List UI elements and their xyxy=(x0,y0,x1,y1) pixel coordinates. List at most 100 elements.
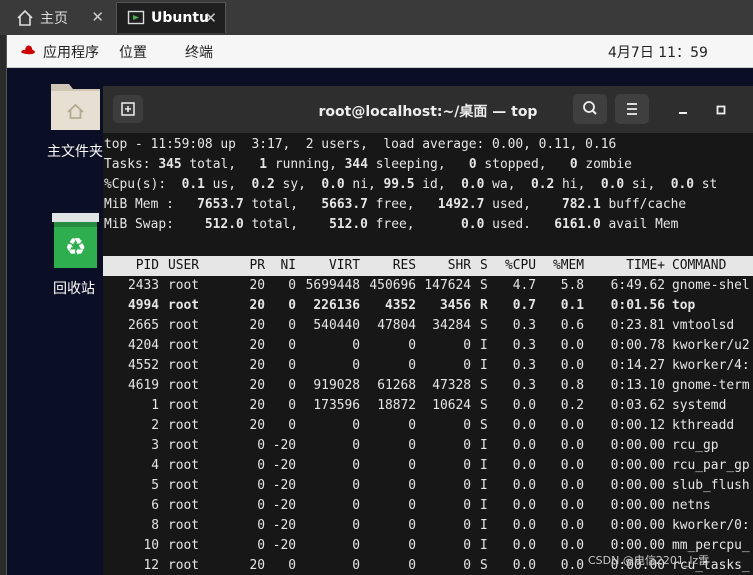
process-cell-time: 0:00.78 xyxy=(610,338,665,353)
process-cell-pid: 8 xyxy=(151,518,159,533)
process-cell-cpu: 0.0 xyxy=(512,398,536,413)
process-cell-shr: 0 xyxy=(463,478,471,493)
search-button[interactable] xyxy=(573,94,607,124)
process-cell-pid: 12 xyxy=(143,558,159,573)
process-cell-pr: 20 xyxy=(249,418,265,433)
process-cell-time: 0:14.27 xyxy=(610,358,665,373)
process-cell-user: root xyxy=(168,318,200,333)
process-cell-res: 47804 xyxy=(377,318,416,333)
process-cell-virt: 0 xyxy=(352,498,360,513)
process-cell-pid: 4 xyxy=(151,458,159,473)
cpu-line: %Cpu(s): 0.1 us, 0.2 sy, 0.0 ni, 99.5 id… xyxy=(104,177,718,192)
col-mem: %MEM xyxy=(552,258,584,273)
process-cell-ni: -20 xyxy=(272,498,296,513)
process-cell-ni: -20 xyxy=(272,438,296,453)
col-res: RES xyxy=(392,258,416,273)
close-icon[interactable]: ✕ xyxy=(204,9,217,27)
process-row: 2 root 20 0 0 0 0 S 0.0 0.0 0:00.12 kthreadd xyxy=(103,416,753,436)
process-cell-user: root xyxy=(168,458,200,473)
process-cell-mem: 0.2 xyxy=(560,398,584,413)
process-cell-cmd: kthreadd xyxy=(672,418,735,433)
process-cell-pr: 0 xyxy=(257,478,265,493)
process-cell-pr: 0 xyxy=(257,498,265,513)
process-cell-s: I xyxy=(480,438,488,453)
menu-button[interactable] xyxy=(615,94,649,124)
process-cell-pid: 2 xyxy=(151,418,159,433)
process-cell-mem: 0.0 xyxy=(560,338,584,353)
process-cell-virt: 0 xyxy=(352,358,360,373)
process-row: 4994 root 20 0 226136 4352 3456 R 0.7 0.1 0:01.56 t… xyxy=(103,296,753,316)
gnome-top-bar: 应用程序 位置 终端 4月7日 11：59 xyxy=(0,35,753,68)
terminal-app-menu[interactable]: 终端 xyxy=(185,42,213,62)
process-cell-s: S xyxy=(480,558,488,573)
process-cell-ni: 0 xyxy=(288,558,296,573)
process-cell-time: 0:00.12 xyxy=(610,418,665,433)
process-cell-pr: 20 xyxy=(249,398,265,413)
process-cell-user: root xyxy=(168,498,200,513)
process-cell-pid: 4204 xyxy=(127,338,159,353)
vm-tab-strip: 主页 ✕ Ubuntu ✕ xyxy=(0,0,753,35)
process-table-header: PID USER PR NI VIRT RES SHR S %CPU %MEM … xyxy=(103,256,753,276)
process-cell-pr: 20 xyxy=(249,378,265,393)
process-row: 4552 root 20 0 0 0 0 I 0.3 0.0 0:14.27 kworker/4: xyxy=(103,356,753,376)
process-cell-pr: 0 xyxy=(257,458,265,473)
process-cell-ni: 0 xyxy=(288,378,296,393)
terminal-output[interactable]: top - 11:59:08 up 3:17, 2 users, load av… xyxy=(103,133,753,575)
process-cell-time: 0:00.00 xyxy=(610,458,665,473)
process-cell-pr: 20 xyxy=(249,298,265,313)
applications-menu[interactable]: 应用程序 xyxy=(43,42,99,62)
process-cell-mem: 0.1 xyxy=(560,298,584,313)
process-cell-user: root xyxy=(168,518,200,533)
process-cell-cmd: top xyxy=(672,298,696,313)
process-cell-user: root xyxy=(168,358,200,373)
process-cell-res: 0 xyxy=(408,478,416,493)
tab-ubuntu-label: Ubuntu xyxy=(151,10,209,26)
process-cell-cmd: gnome-shel xyxy=(672,278,750,293)
places-menu[interactable]: 位置 xyxy=(119,42,147,62)
process-cell-s: I xyxy=(480,358,488,373)
process-cell-shr: 0 xyxy=(463,338,471,353)
process-cell-user: root xyxy=(168,538,200,553)
process-cell-cpu: 0.3 xyxy=(512,358,536,373)
process-row: 2433 root 20 0 5699448 450696 147624 S 4.7 5.8 6:4… xyxy=(103,276,753,296)
process-cell-shr: 0 xyxy=(463,358,471,373)
process-cell-s: I xyxy=(480,518,488,533)
process-cell-time: 0:13.10 xyxy=(610,378,665,393)
maximize-icon[interactable] xyxy=(706,102,736,122)
process-cell-cmd: kworker/4: xyxy=(672,358,750,373)
side-strip xyxy=(0,35,7,575)
process-cell-shr: 147624 xyxy=(424,278,471,293)
minimize-icon[interactable] xyxy=(668,102,698,122)
process-cell-time: 0:01.56 xyxy=(610,298,665,313)
process-cell-user: root xyxy=(168,418,200,433)
terminal-headerbar[interactable]: root@localhost:~/桌面 — top xyxy=(103,86,753,133)
process-cell-time: 0:23.81 xyxy=(610,318,665,333)
tab-ubuntu[interactable]: Ubuntu ✕ xyxy=(116,2,226,33)
process-cell-cpu: 0.0 xyxy=(512,438,536,453)
desktop-trash-label: 回收站 xyxy=(53,281,95,297)
process-cell-res: 0 xyxy=(408,358,416,373)
process-cell-pid: 10 xyxy=(143,538,159,553)
process-cell-pr: 0 xyxy=(257,518,265,533)
close-icon[interactable]: ✕ xyxy=(91,8,104,26)
process-cell-cmd: gnome-term xyxy=(672,378,750,393)
process-cell-mem: 0.0 xyxy=(560,498,584,513)
process-cell-cpu: 0.0 xyxy=(512,418,536,433)
process-cell-s: I xyxy=(480,458,488,473)
process-cell-mem: 0.8 xyxy=(560,378,584,393)
process-cell-ni: -20 xyxy=(272,538,296,553)
process-cell-user: root xyxy=(168,558,200,573)
process-cell-cpu: 0.0 xyxy=(512,538,536,553)
col-ni: NI xyxy=(280,258,296,273)
tab-home-label: 主页 xyxy=(40,10,68,27)
clock[interactable]: 4月7日 11：59 xyxy=(608,42,708,62)
terminal-window[interactable]: root@localhost:~/桌面 — top top - 11:59:08… xyxy=(103,86,753,575)
process-cell-virt: 5699448 xyxy=(305,278,360,293)
process-cell-s: S xyxy=(480,278,488,293)
tab-home[interactable]: 主页 ✕ xyxy=(6,2,112,33)
process-cell-s: S xyxy=(480,318,488,333)
process-row: 2665 root 20 0 540440 47804 34284 S 0.3 0.6 0:23.8… xyxy=(103,316,753,336)
process-cell-res: 0 xyxy=(408,498,416,513)
search-icon xyxy=(583,101,597,115)
process-cell-shr: 47328 xyxy=(432,378,471,393)
